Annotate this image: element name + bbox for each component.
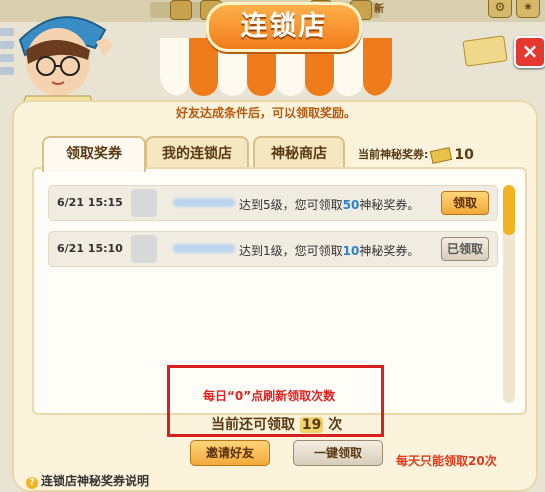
row-reward-number: 10 (342, 244, 360, 258)
friend-avatar (131, 235, 157, 263)
footprint-icon[interactable]: ⁕ (516, 0, 540, 18)
remaining-claims: 当前还可领取 19 次 (211, 414, 342, 434)
list-item: 6/21 15:15 达到5级，您可领取50神秘奖券。 领取 (48, 185, 498, 221)
ticket-icon (430, 146, 453, 164)
row-message-prefix: 达到5级，您可领取 (239, 198, 343, 212)
row-message: 达到5级，您可领取50神秘奖券。 (239, 196, 419, 213)
settings-icon[interactable]: ⚙ (488, 0, 512, 18)
friend-avatar (131, 189, 157, 217)
new-badge: 新 (374, 4, 384, 15)
invite-friends-button[interactable]: 邀请好友 (190, 440, 270, 466)
hint-text: 好友达成条件后，可以领取奖励。 (176, 106, 357, 120)
claim-button[interactable]: 领取 (441, 191, 489, 215)
claimed-button: 已领取 (441, 237, 489, 261)
scrollbar-thumb[interactable] (503, 185, 515, 235)
tab-my-chain-stores[interactable]: 我的连锁店 (145, 136, 249, 170)
question-icon: ? (26, 477, 38, 489)
row-message-suffix: 神秘奖券。 (359, 198, 420, 212)
annotation-text: 每日“0”点刷新领取次数 (203, 389, 336, 403)
help-link[interactable]: ? 连锁店神秘奖券说明 (26, 472, 149, 489)
row-message-prefix: 达到1级，您可领取 (239, 244, 343, 258)
voucher-count: 10 (454, 147, 474, 163)
close-button[interactable]: × (514, 36, 545, 68)
page-title: 连锁店 (206, 2, 362, 52)
list-item: 6/21 15:10 达到1级，您可领取10神秘奖券。 已领取 (48, 231, 498, 267)
row-message: 达到1级，您可领取10神秘奖券。 (239, 242, 419, 259)
row-reward-number: 50 (342, 198, 360, 212)
row-message-suffix: 神秘奖券。 (359, 244, 420, 258)
voucher-counter: 当前神秘奖券: 10 (358, 146, 474, 164)
row-date: 6/21 15:15 (57, 196, 123, 209)
tab-claim-vouchers[interactable]: 领取奖券 (42, 136, 146, 172)
remaining-count: 19 (299, 417, 324, 433)
tab-mystery-shop[interactable]: 神秘商店 (253, 136, 345, 170)
remaining-prefix: 当前还可领取 (211, 417, 295, 433)
friend-name-blurred (173, 244, 235, 253)
remaining-suffix: 次 (328, 417, 343, 433)
voucher-label: 当前神秘奖券: (358, 148, 429, 161)
ticket-icon (462, 35, 508, 67)
scrollbar[interactable] (503, 185, 515, 403)
row-date: 6/21 15:10 (57, 242, 123, 255)
friend-name-blurred (173, 198, 235, 207)
help-label: 连锁店神秘奖券说明 (41, 474, 150, 488)
daily-limit-text: 每天只能领取20次 (396, 454, 497, 468)
shop-icon[interactable] (170, 0, 192, 20)
claim-all-button[interactable]: 一键领取 (293, 440, 383, 466)
